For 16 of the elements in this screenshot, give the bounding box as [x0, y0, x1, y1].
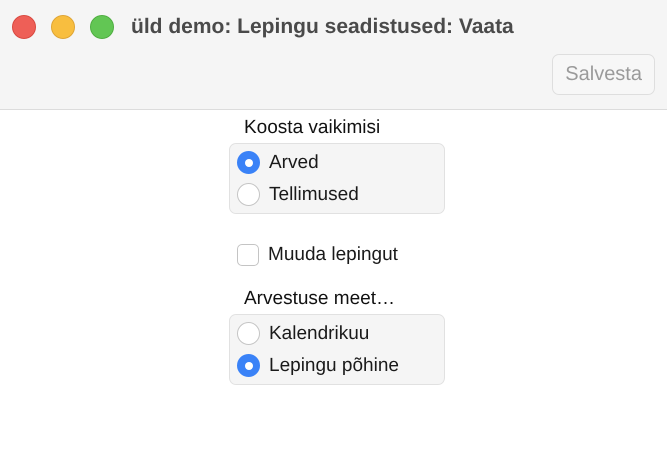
radio-label[interactable]: Tellimused — [269, 184, 359, 206]
group-label: Arvestuse meet… — [244, 288, 396, 310]
group-label: Koosta vaikimisi — [244, 117, 382, 139]
radio-button[interactable] — [237, 183, 260, 206]
radio-button[interactable] — [237, 354, 260, 377]
radio-button[interactable] — [237, 322, 260, 345]
radio-label[interactable]: Arved — [269, 152, 319, 174]
window-title: üld demo: Lepingu seadistused: Vaata — [131, 15, 514, 39]
zoom-button[interactable] — [90, 15, 114, 39]
radio-label[interactable]: Lepingu põhine — [269, 354, 399, 376]
checkbox-label[interactable]: Muuda lepingut — [268, 244, 398, 266]
close-button[interactable] — [12, 15, 36, 39]
radio-label[interactable]: Kalendrikuu — [269, 322, 370, 344]
radio-button[interactable] — [237, 151, 260, 174]
minimize-button[interactable] — [51, 15, 75, 39]
checkbox[interactable] — [237, 244, 259, 266]
